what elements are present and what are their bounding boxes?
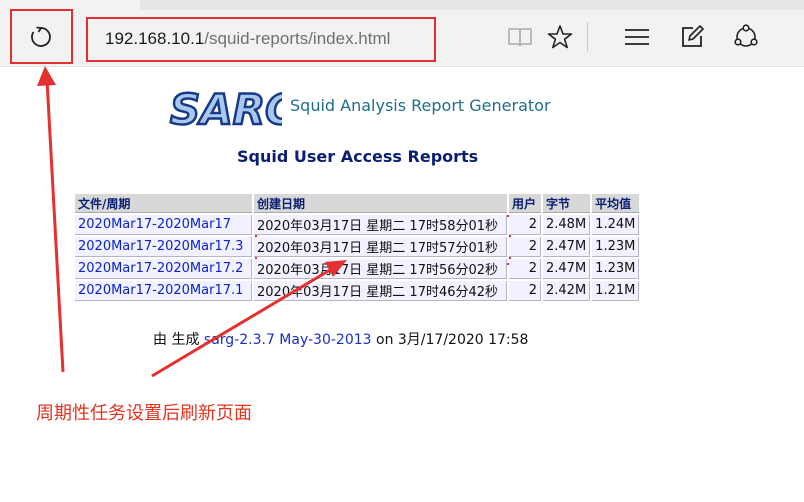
web-note-button[interactable]	[677, 22, 707, 52]
refresh-arrowhead	[37, 66, 56, 86]
table-row: 2020Mar17-2020Mar17 2020年03月17日 星期二 17时5…	[75, 215, 640, 235]
footer-suffix: on 3月/17/2020 17:58	[371, 332, 529, 348]
average-value: 1.23M	[592, 237, 640, 257]
web-note-icon	[682, 25, 704, 47]
header-users: 用户	[509, 194, 541, 213]
bytes-value: 2.42M	[543, 281, 591, 301]
created-date: 2020年03月17日 星期二 17时57分01秒	[254, 237, 507, 257]
address-highlight-box	[86, 17, 436, 62]
tab-strip	[140, 0, 804, 10]
period-link[interactable]: 2020Mar17-2020Mar17.2	[75, 259, 252, 279]
page-title: Squid User Access Reports	[237, 147, 479, 166]
table-row: 2020Mar17-2020Mar17.2 2020年03月17日 星期二 17…	[75, 259, 640, 279]
bytes-value: 2.48M	[543, 215, 591, 235]
reading-view-icon	[508, 28, 532, 47]
hub-menu-icon	[625, 29, 649, 45]
header-period: 文件/周期	[75, 194, 252, 213]
created-date: 2020年03月17日 星期二 17时58分01秒	[254, 215, 507, 235]
period-link[interactable]: 2020Mar17-2020Mar17.1	[75, 281, 252, 301]
refresh-highlight-box	[10, 9, 73, 64]
annotation-note: 周期性任务设置后刷新页面	[36, 403, 252, 424]
share-icon	[734, 24, 758, 47]
sarg-logo: SARG	[164, 80, 301, 136]
header-created: 创建日期	[254, 194, 507, 213]
average-value: 1.21M	[592, 281, 640, 301]
period-link[interactable]: 2020Mar17-2020Mar17.3	[75, 237, 252, 257]
header-bytes: 字节	[543, 194, 591, 213]
refresh-arrow	[45, 79, 65, 373]
average-value: 1.23M	[592, 259, 640, 279]
favorite-star-icon	[547, 25, 573, 49]
sarg-version-link[interactable]: sarg-2.3.7 May-30-2013	[204, 332, 372, 348]
favorite-button[interactable]	[545, 22, 575, 52]
created-date: 2020年03月17日 星期二 17时46分42秒	[254, 281, 507, 301]
share-button[interactable]	[731, 22, 761, 52]
logo-text: SARG	[170, 85, 282, 134]
reading-view-button[interactable]	[505, 22, 535, 52]
table-header-row: 文件/周期 创建日期 用户 字节 平均值	[75, 194, 640, 213]
users-count: 2	[509, 215, 541, 235]
created-date: 2020年03月17日 星期二 17时56分02秒	[254, 259, 507, 279]
report-table: 文件/周期 创建日期 用户 字节 平均值 2020Mar17-2020Mar17…	[73, 192, 641, 303]
table-row: 2020Mar17-2020Mar17.3 2020年03月17日 星期二 17…	[75, 237, 640, 257]
bytes-value: 2.47M	[543, 259, 591, 279]
users-count: 2	[509, 281, 541, 301]
footer-prefix: 由 生成	[153, 332, 204, 348]
users-count: 2	[509, 259, 541, 279]
hub-button[interactable]	[622, 22, 652, 52]
header-average: 平均值	[592, 194, 640, 213]
toolbar-separator	[587, 22, 588, 52]
average-value: 1.24M	[592, 215, 640, 235]
bytes-value: 2.47M	[543, 237, 591, 257]
users-count: 2	[509, 237, 541, 257]
logo-caption: Squid Analysis Report Generator	[290, 96, 551, 115]
footer-text: 由 生成 sarg-2.3.7 May-30-2013 on 3月/17/202…	[153, 329, 528, 349]
period-link[interactable]: 2020Mar17-2020Mar17	[75, 215, 252, 235]
table-row: 2020Mar17-2020Mar17.1 2020年03月17日 星期二 17…	[75, 281, 640, 301]
